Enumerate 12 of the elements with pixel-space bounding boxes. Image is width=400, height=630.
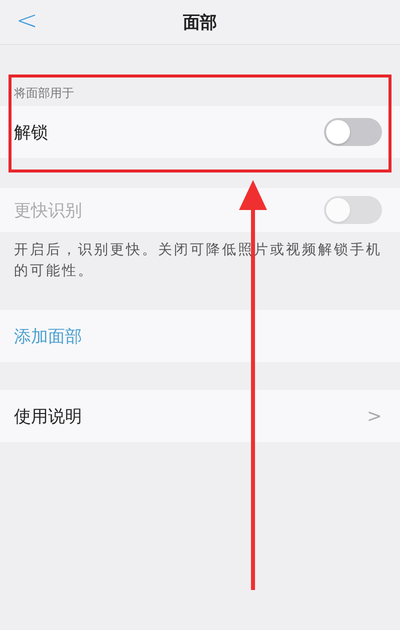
back-button[interactable]: < [10,6,44,36]
setting-label: 更快识别 [14,200,82,222]
chevron-icon: > [366,406,382,426]
setting-label: 使用说明 [14,406,82,428]
settings-row[interactable]: 使用说明 > [0,390,400,442]
toggle-switch[interactable] [324,118,382,146]
add-face-link[interactable]: 添加面部 [14,324,82,348]
setting-label: 解锁 [14,122,48,144]
section-header: 将面部用于 [13,85,75,102]
settings-row[interactable]: 解锁 [0,106,400,158]
settings-row[interactable]: 添加面部 [0,310,400,362]
page-title: 面部 [183,12,217,34]
